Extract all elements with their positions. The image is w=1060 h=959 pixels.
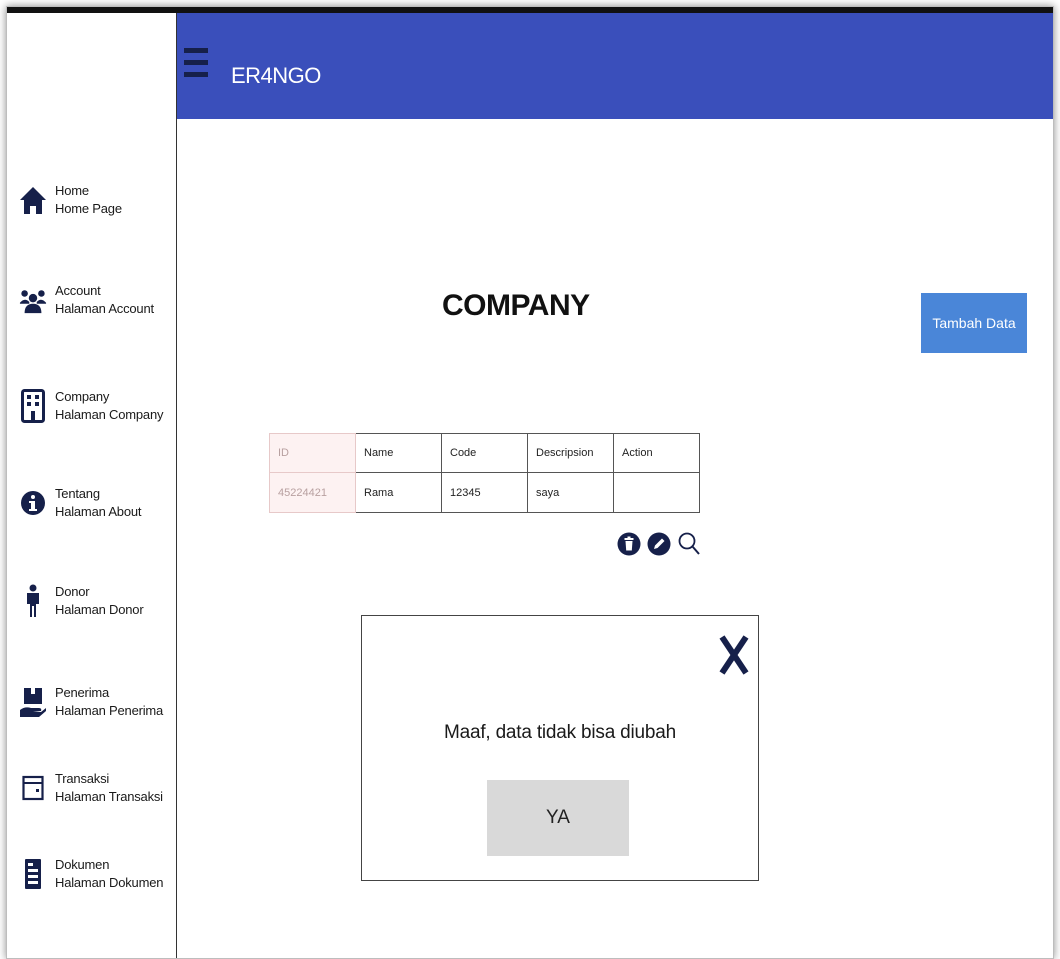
hamburger-menu-icon[interactable] [184,48,208,88]
table-row[interactable]: 45224421 Rama 12345 saya [269,472,700,513]
building-icon [19,389,47,423]
users-icon [19,283,47,317]
sidebar-item-sublabel: Halaman Account [55,301,154,316]
sidebar-item-sublabel: Halaman Dokumen [55,875,164,890]
column-header-name: Name [355,433,442,473]
top-app-bar: ER4NGO [177,13,1053,119]
sidebar-item-tentang[interactable]: Tentang Halaman About [19,485,175,521]
column-header-action: Action [613,433,700,473]
document-icon [19,857,47,891]
sidebar-item-label: Donor [55,584,90,599]
hand-box-icon [19,685,47,719]
cell-action [613,472,700,513]
sidebar-item-label: Company [55,389,110,404]
column-header-id: ID [269,433,356,473]
sidebar-item-donor[interactable]: Donor Halaman Donor [19,583,175,619]
info-icon [19,486,47,520]
add-data-button[interactable]: Tambah Data [921,293,1027,353]
row-actions [616,529,702,559]
dialog-message: Maaf, data tidak bisa diubah [443,722,677,743]
column-header-code: Code [441,433,528,473]
sidebar-item-label: Account [55,283,101,298]
edit-icon[interactable] [646,529,672,559]
company-table: ID Name Code Descripsion Action 45224421… [269,433,700,513]
cell-code: 12345 [441,472,528,513]
sidebar-item-sublabel: Halaman Transaksi [55,789,163,804]
search-icon[interactable] [676,529,702,559]
cell-id: 45224421 [269,472,356,513]
person-icon [19,584,47,618]
sidebar-item-label: Penerima [55,685,110,700]
sidebar: Home Home Page Account Halaman Account C… [7,13,177,958]
close-icon[interactable] [718,634,750,676]
sidebar-item-label: Home [55,183,89,198]
sidebar-item-transaksi[interactable]: Transaksi Halaman Transaksi [19,770,175,806]
app-title: ER4NGO [231,63,321,88]
wallet-icon [19,771,47,805]
app-window: Home Home Page Account Halaman Account C… [6,6,1054,959]
sidebar-item-label: Transaksi [55,771,110,786]
column-header-description: Descripsion [527,433,614,473]
error-dialog: Maaf, data tidak bisa diubah YA [361,615,759,881]
cell-name: Rama [355,472,442,513]
sidebar-item-penerima[interactable]: Penerima Halaman Penerima [19,684,175,720]
home-icon [19,183,47,217]
sidebar-item-label: Tentang [55,486,100,501]
sidebar-item-company[interactable]: Company Halaman Company [19,388,175,424]
page-title: COMPANY [442,289,590,322]
confirm-button[interactable]: YA [487,780,629,856]
sidebar-item-dokumen[interactable]: Dokumen Halaman Dokumen [19,856,175,892]
trash-icon[interactable] [616,529,642,559]
table-header-row: ID Name Code Descripsion Action [269,433,700,473]
cell-description: saya [527,472,614,513]
sidebar-item-home[interactable]: Home Home Page [19,182,175,218]
sidebar-item-label: Dokumen [55,857,110,872]
sidebar-item-sublabel: Halaman Donor [55,602,144,617]
sidebar-item-sublabel: Halaman About [55,504,142,519]
sidebar-item-sublabel: Halaman Penerima [55,703,164,718]
sidebar-item-sublabel: Halaman Company [55,407,164,422]
sidebar-item-sublabel: Home Page [55,201,122,216]
sidebar-item-account[interactable]: Account Halaman Account [19,282,175,318]
